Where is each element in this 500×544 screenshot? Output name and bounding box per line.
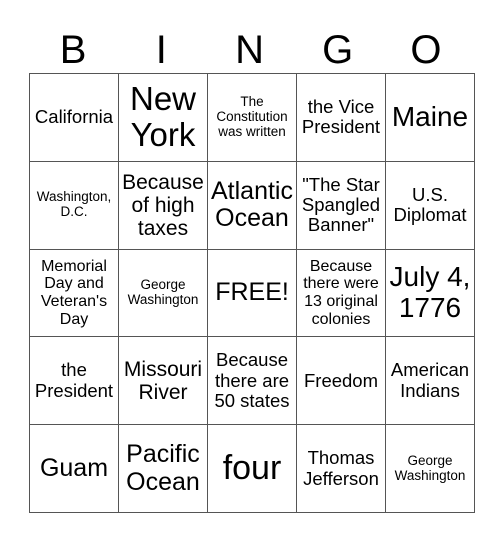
bingo-cell[interactable]: Memorial Day and Veteran's Day (29, 248, 119, 338)
header-letter-g: G (322, 28, 354, 72)
bingo-board: California New York The Constitution was… (29, 73, 475, 513)
bingo-cell[interactable]: California (29, 73, 119, 162)
bingo-cell[interactable]: four (207, 424, 297, 513)
board-row-4: the President Missouri River Because the… (29, 336, 475, 426)
bingo-cell[interactable]: Washington, D.C. (29, 160, 119, 250)
free-space-cell[interactable]: FREE! (207, 248, 297, 338)
board-row-5: Guam Pacific Ocean four Thomas Jefferson… (29, 424, 475, 513)
header-letter-b: B (59, 28, 87, 72)
bingo-cell[interactable]: Because there are 50 states (207, 336, 297, 426)
bingo-cell[interactable]: Atlantic Ocean (207, 160, 297, 250)
board-row-1: California New York The Constitution was… (29, 73, 475, 162)
bingo-cell[interactable]: Maine (385, 73, 475, 162)
bingo-header: B I N G O (29, 28, 470, 72)
bingo-cell[interactable]: Guam (29, 424, 119, 513)
bingo-cell[interactable]: the President (29, 336, 119, 426)
bingo-cell[interactable]: George Washington (385, 424, 475, 513)
bingo-cell[interactable]: Because of high taxes (118, 160, 208, 250)
board-row-2: Washington, D.C. Because of high taxes A… (29, 160, 475, 250)
header-letter-i: I (155, 28, 167, 72)
bingo-cell[interactable]: U.S. Diplomat (385, 160, 475, 250)
bingo-cell[interactable]: Pacific Ocean (118, 424, 208, 513)
bingo-cell[interactable]: Because there were 13 original colonies (296, 248, 386, 338)
bingo-cell[interactable]: July 4, 1776 (385, 248, 475, 338)
bingo-cell[interactable]: the Vice President (296, 73, 386, 162)
bingo-cell[interactable]: George Washington (118, 248, 208, 338)
bingo-cell[interactable]: Freedom (296, 336, 386, 426)
bingo-cell[interactable]: Thomas Jefferson (296, 424, 386, 513)
bingo-cell[interactable]: The Constitution was written (207, 73, 297, 162)
bingo-cell[interactable]: Missouri River (118, 336, 208, 426)
bingo-cell[interactable]: "The Star Spangled Banner" (296, 160, 386, 250)
header-letter-o: O (410, 28, 442, 72)
header-letter-n: N (235, 28, 264, 72)
bingo-cell[interactable]: American Indians (385, 336, 475, 426)
board-row-3: Memorial Day and Veteran's Day George Wa… (29, 248, 475, 338)
bingo-cell[interactable]: New York (118, 73, 208, 162)
